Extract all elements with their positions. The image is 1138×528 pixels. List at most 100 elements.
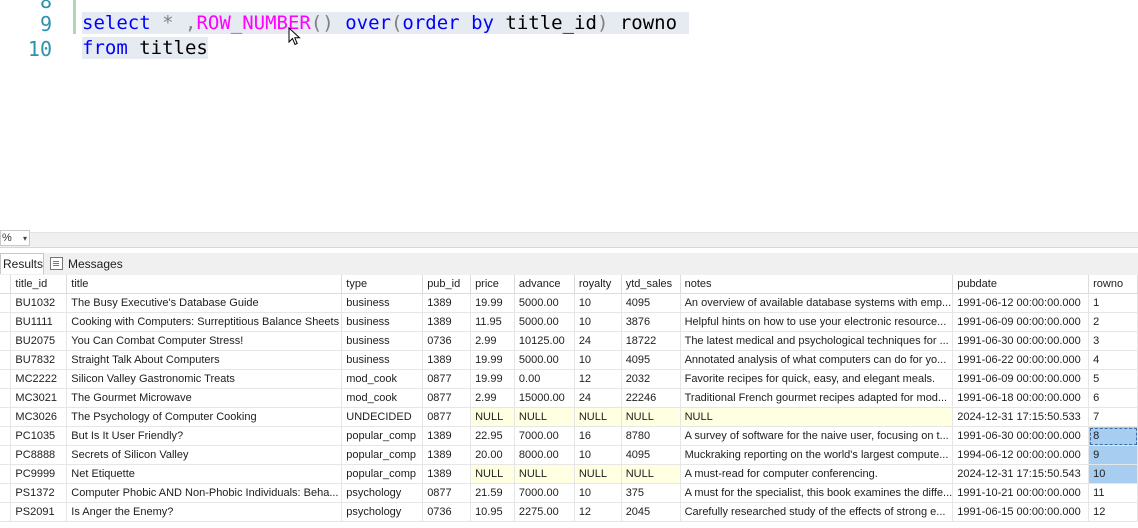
cell-pubdate[interactable]: 1991-06-09 00:00:00.000 (952, 369, 1090, 389)
table-row[interactable]: BU2075 You Can Combat Computer Stress! bus… (0, 331, 1138, 351)
row-selector[interactable] (0, 350, 12, 370)
cell-ytd-sales[interactable]: 8780 (621, 426, 681, 446)
cell-advance[interactable]: 7000.00 (514, 426, 575, 446)
cell-pub-id[interactable]: 0736 (422, 502, 472, 522)
results-grid[interactable]: title_id title type pub_id price advance… (0, 275, 1138, 528)
cell-price[interactable]: 22.95 (470, 426, 515, 446)
cell-royalty[interactable]: 10 (574, 445, 622, 465)
cell-royalty[interactable]: 10 (574, 293, 622, 313)
column-header[interactable]: title_id (10, 275, 68, 294)
cell-title-id[interactable]: BU2075 (10, 331, 68, 351)
cell-title-id[interactable]: MC2222 (10, 369, 68, 389)
cell-royalty[interactable]: 10 (574, 350, 622, 370)
cell-pubdate[interactable]: 2024-12-31 17:15:50.533 (952, 407, 1090, 427)
cell-notes[interactable]: Helpful hints on how to use your electro… (680, 312, 954, 332)
cell-title[interactable]: Net Etiquette (66, 464, 343, 484)
row-selector[interactable] (0, 388, 12, 408)
cell-title[interactable]: Secrets of Silicon Valley (66, 445, 343, 465)
cell-pubdate[interactable]: 1991-06-09 00:00:00.000 (952, 312, 1090, 332)
cell-notes[interactable]: A must-read for computer conferencing. (680, 464, 954, 484)
column-header[interactable]: title (66, 275, 343, 294)
cell-notes[interactable]: Muckraking reporting on the world's larg… (680, 445, 954, 465)
cell-rowno[interactable]: 5 (1088, 369, 1138, 389)
code-line-9[interactable]: select * ,ROW_NUMBER() over(order by tit… (82, 11, 689, 35)
cell-royalty[interactable]: NULL (574, 464, 622, 484)
cell-ytd-sales[interactable]: 3876 (621, 312, 681, 332)
cell-price[interactable]: 10.95 (470, 502, 515, 522)
cell-pub-id[interactable]: 1389 (422, 293, 472, 313)
cell-advance[interactable]: 10125.00 (514, 331, 575, 351)
cell-title-id[interactable]: MC3021 (10, 388, 68, 408)
column-header[interactable]: ytd_sales (621, 275, 681, 294)
cell-rowno[interactable]: 1 (1088, 293, 1138, 313)
cell-title[interactable]: Straight Talk About Computers (66, 350, 343, 370)
column-header[interactable]: pubdate (952, 275, 1090, 294)
cell-type[interactable]: business (341, 331, 424, 351)
cell-type[interactable]: psychology (341, 502, 424, 522)
pane-splitter[interactable] (0, 232, 1138, 248)
row-selector[interactable] (0, 331, 12, 351)
cell-pubdate[interactable]: 1991-06-12 00:00:00.000 (952, 293, 1090, 313)
column-header[interactable]: pub_id (422, 275, 472, 294)
cell-royalty[interactable]: 12 (574, 369, 622, 389)
cell-notes[interactable]: Favorite recipes for quick, easy, and el… (680, 369, 954, 389)
cell-notes[interactable]: Annotated analysis of what computers can… (680, 350, 954, 370)
column-header[interactable]: rowno (1088, 275, 1138, 294)
cell-pubdate[interactable]: 1991-06-15 00:00:00.000 (952, 502, 1090, 522)
table-row[interactable]: BU1032 The Busy Executive's Database Guid… (0, 293, 1138, 313)
cell-pub-id[interactable]: 0877 (422, 483, 472, 503)
row-selector[interactable] (0, 464, 12, 484)
cell-royalty[interactable]: 12 (574, 502, 622, 522)
column-header[interactable]: price (470, 275, 515, 294)
column-header[interactable]: type (341, 275, 424, 294)
cell-pub-id[interactable]: 0736 (422, 331, 472, 351)
cell-notes[interactable]: NULL (680, 407, 954, 427)
row-selector[interactable] (0, 426, 12, 446)
cell-price[interactable]: 2.99 (470, 331, 515, 351)
cell-type[interactable]: UNDECIDED (341, 407, 424, 427)
cell-ytd-sales[interactable]: NULL (621, 464, 681, 484)
cell-title[interactable]: The Gourmet Microwave (66, 388, 343, 408)
cell-advance[interactable]: 5000.00 (514, 312, 575, 332)
cell-rowno[interactable]: 10 (1088, 464, 1138, 484)
table-row[interactable]: PC8888 Secrets of Silicon Valley popular_c… (0, 445, 1138, 465)
cell-ytd-sales[interactable]: 18722 (621, 331, 681, 351)
cell-pubdate[interactable]: 1991-06-22 00:00:00.000 (952, 350, 1090, 370)
cell-advance[interactable]: 7000.00 (514, 483, 575, 503)
cell-advance[interactable]: 2275.00 (514, 502, 575, 522)
cell-title[interactable]: Silicon Valley Gastronomic Treats (66, 369, 343, 389)
cell-ytd-sales[interactable]: 2045 (621, 502, 681, 522)
cell-type[interactable]: popular_comp (341, 464, 424, 484)
table-row[interactable]: BU7832 Straight Talk About Computers busin… (0, 350, 1138, 370)
cell-rowno[interactable]: 8 (1088, 426, 1138, 446)
cell-price[interactable]: 19.99 (470, 369, 515, 389)
cell-type[interactable]: psychology (341, 483, 424, 503)
cell-price[interactable]: 21.59 (470, 483, 515, 503)
cell-title[interactable]: Is Anger the Enemy? (66, 502, 343, 522)
cell-type[interactable]: mod_cook (341, 369, 424, 389)
cell-advance[interactable]: 5000.00 (514, 350, 575, 370)
cell-advance[interactable]: 5000.00 (514, 293, 575, 313)
table-row[interactable]: BU1111 Cooking with Computers: Surreptiti… (0, 312, 1138, 332)
cell-price[interactable]: 19.99 (470, 350, 515, 370)
cell-pubdate[interactable]: 1991-06-30 00:00:00.000 (952, 331, 1090, 351)
cell-advance[interactable]: 15000.00 (514, 388, 575, 408)
cell-title-id[interactable]: PS1372 (10, 483, 68, 503)
column-header[interactable]: royalty (574, 275, 622, 294)
cell-rowno[interactable]: 2 (1088, 312, 1138, 332)
cell-rowno[interactable]: 4 (1088, 350, 1138, 370)
cell-ytd-sales[interactable]: 4095 (621, 350, 681, 370)
row-selector[interactable] (0, 502, 12, 522)
row-selector[interactable] (0, 445, 12, 465)
cell-price[interactable]: NULL (470, 407, 515, 427)
cell-title[interactable]: Computer Phobic AND Non-Phobic Individua… (66, 483, 343, 503)
cell-rowno[interactable]: 12 (1088, 502, 1138, 522)
cell-notes[interactable]: Carefully researched study of the effect… (680, 502, 954, 522)
cell-title-id[interactable]: PS2091 (10, 502, 68, 522)
code-line-10[interactable]: from titles (82, 36, 208, 60)
query-editor[interactable]: 8 9 10 select * ,ROW_NUMBER() over(order… (0, 0, 1138, 232)
cell-type[interactable]: business (341, 293, 424, 313)
cell-notes[interactable]: Traditional French gourmet recipes adapt… (680, 388, 954, 408)
column-header[interactable]: advance (514, 275, 575, 294)
cell-notes[interactable]: An overview of available database system… (680, 293, 954, 313)
